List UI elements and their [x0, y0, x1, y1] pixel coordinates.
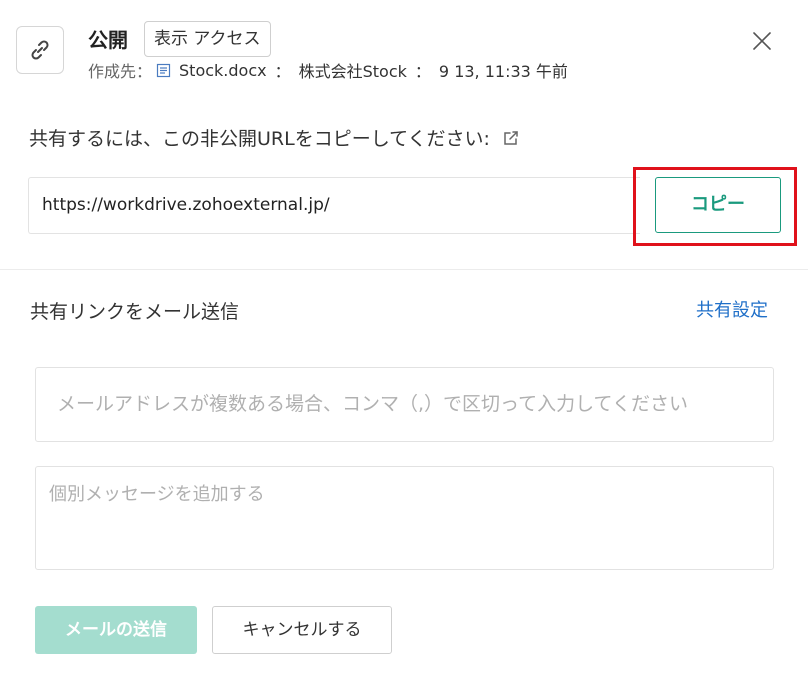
file-meta: 作成先： Stock.docx ： 株式会社Stock ： 9 13, 11:3…	[88, 58, 568, 82]
copy-button[interactable]: コピー	[655, 177, 781, 233]
meta-separator-2: ：	[414, 62, 431, 81]
file-name[interactable]: Stock.docx	[179, 61, 267, 80]
dialog-title: 公開	[88, 28, 128, 52]
copy-instruction-text: 共有するには、この非公開URLをコピーしてください:	[29, 128, 490, 150]
email-address-input[interactable]: メールアドレスが複数ある場合、コンマ（,）で区切って入力してください	[35, 367, 774, 442]
access-badge: 表示 アクセス	[144, 21, 271, 57]
created-in-label: 作成先：	[88, 62, 153, 81]
section-divider	[0, 269, 808, 270]
share-url-field[interactable]: https://workdrive.zohoexternal.jp/	[28, 177, 640, 234]
send-email-button[interactable]: メールの送信	[35, 606, 197, 654]
link-icon	[16, 26, 64, 74]
close-icon	[753, 32, 771, 50]
timestamp: 9 13, 11:33 午前	[438, 62, 568, 81]
meta-separator: ：	[274, 62, 291, 81]
close-button[interactable]	[750, 29, 774, 53]
email-section-heading: 共有リンクをメール送信	[30, 301, 240, 323]
message-input[interactable]: 個別メッセージを追加する	[35, 466, 774, 570]
copy-instruction: 共有するには、この非公開URLをコピーしてください:	[29, 124, 520, 151]
external-link-icon[interactable]	[502, 129, 520, 147]
document-icon	[156, 63, 171, 77]
share-settings-link[interactable]: 共有設定	[696, 296, 768, 322]
cancel-button[interactable]: キャンセルする	[212, 606, 392, 654]
workspace-name: 株式会社Stock	[298, 62, 407, 81]
